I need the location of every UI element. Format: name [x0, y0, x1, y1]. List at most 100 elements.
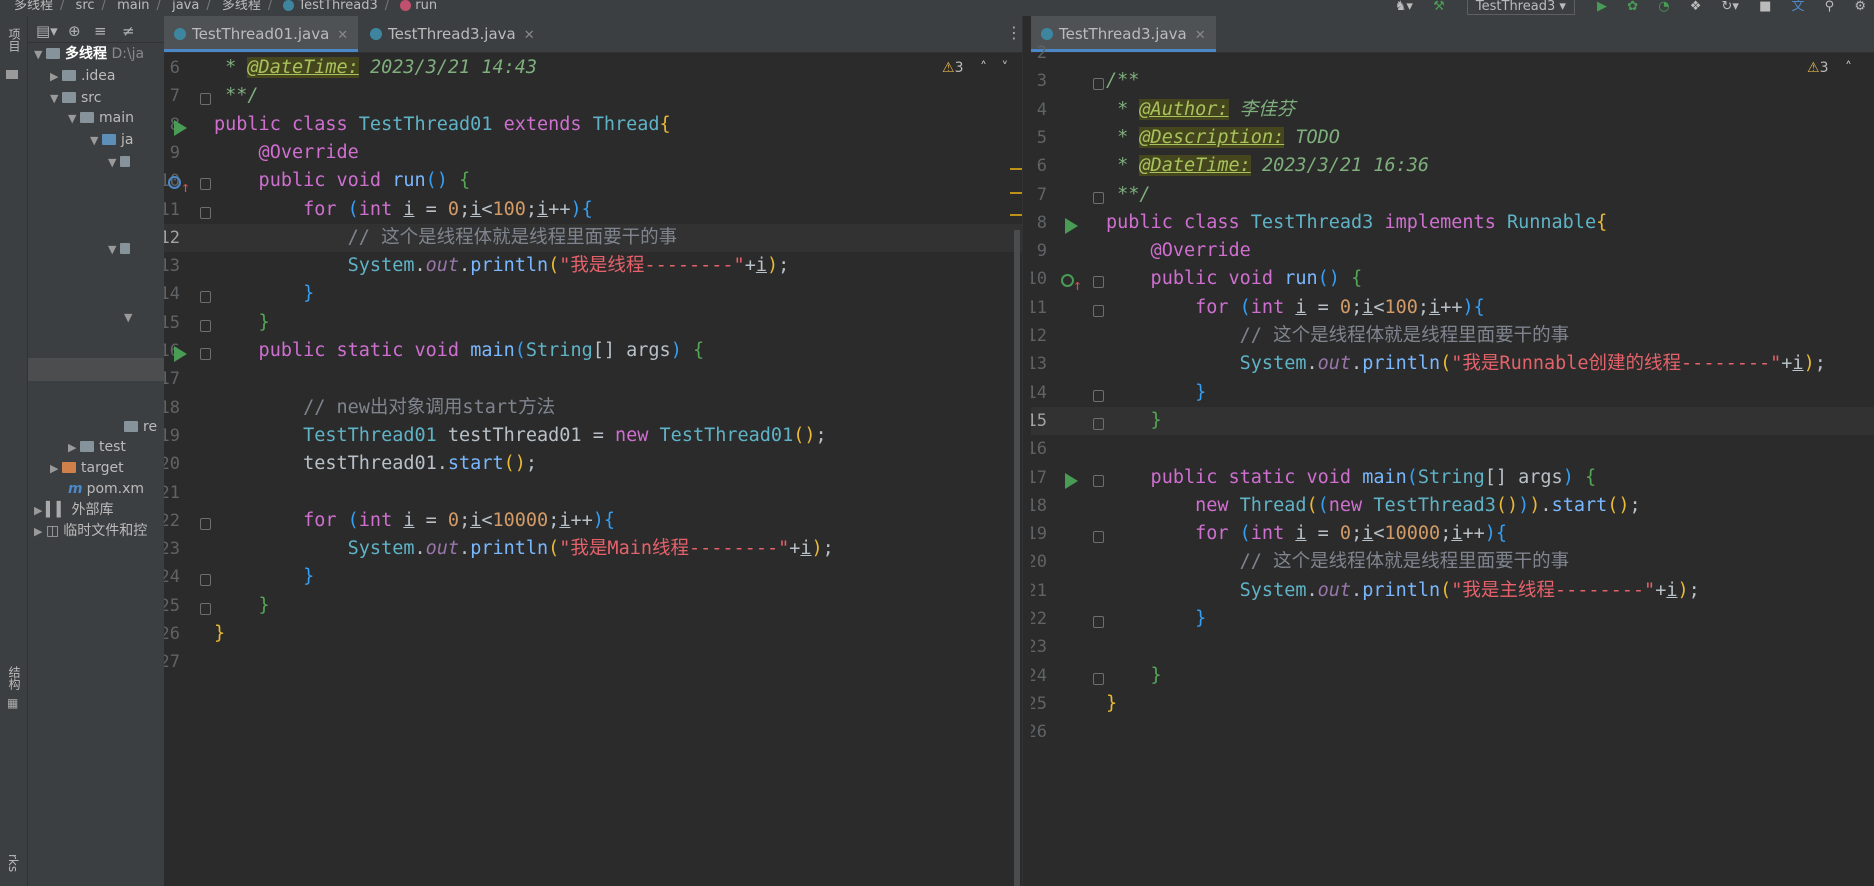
tree-item-main[interactable]: ▼ main — [68, 107, 134, 129]
line-number[interactable]: 12 — [164, 224, 180, 252]
code-line[interactable]: 25} — [1031, 690, 1874, 718]
tree-item-test[interactable]: ▶ test — [68, 436, 126, 458]
code-text[interactable]: * @Description: TODO — [1106, 124, 1340, 152]
line-number[interactable]: 19 — [164, 422, 180, 450]
line-number[interactable]: 3 — [1031, 67, 1047, 95]
tree-item-idea[interactable]: ▶ .idea — [50, 65, 115, 87]
line-number[interactable]: 23 — [1031, 633, 1047, 661]
fold-icon[interactable] — [1093, 276, 1104, 289]
close-icon[interactable]: ✕ — [524, 28, 535, 43]
code-text[interactable]: public void run() { — [1106, 265, 1363, 293]
fold-icon[interactable] — [200, 291, 211, 304]
chevron-down-icon[interactable]: ▼ — [68, 108, 80, 130]
breadcrumb-method[interactable]: run — [415, 0, 437, 13]
fold-icon[interactable] — [1093, 191, 1104, 204]
code-line[interactable]: 5 * @Description: TODO — [1031, 124, 1874, 152]
fold-icon[interactable] — [1093, 672, 1104, 685]
chevron-down-icon[interactable]: ▼ — [50, 88, 62, 110]
line-number[interactable]: 14 — [1031, 379, 1047, 407]
line-number[interactable]: 25 — [1031, 690, 1047, 718]
code-line[interactable]: 7 **/ — [1031, 181, 1874, 209]
code-line[interactable]: 15 } — [164, 309, 1022, 337]
code-text[interactable]: System.out.println("我是线程--------"+i); — [214, 252, 790, 280]
code-text[interactable]: for (int i = 0;i<100;i++){ — [1106, 294, 1485, 322]
chevron-down-icon[interactable]: ▼ — [124, 307, 136, 329]
breadcrumb-package[interactable]: 多线程 — [222, 0, 261, 13]
chevron-right-icon[interactable]: ▶ — [68, 437, 80, 459]
fold-icon[interactable] — [1093, 389, 1104, 402]
line-number[interactable]: 23 — [164, 535, 180, 563]
code-text[interactable]: // 这个是线程体就是线程里面要干的事 — [1106, 322, 1569, 350]
fold-icon[interactable] — [200, 93, 211, 106]
code-text[interactable]: } — [1106, 605, 1206, 633]
line-number[interactable]: 10 — [1031, 265, 1047, 293]
code-line[interactable]: 10 public void run() {↑ — [1031, 265, 1874, 294]
tree-item-collapsed[interactable]: ▼ — [124, 306, 136, 328]
code-text[interactable]: for (int i = 0;i<10000;i++){ — [1106, 520, 1507, 548]
code-line[interactable]: 13 System.out.println("我是线程--------"+i); — [164, 252, 1022, 280]
code-line[interactable]: 26 — [1031, 718, 1874, 746]
code-text[interactable]: // 这个是线程体就是线程里面要干的事 — [1106, 548, 1569, 576]
code-line[interactable]: 20 // 这个是线程体就是线程里面要干的事 — [1031, 548, 1874, 576]
code-line[interactable]: 11 for (int i = 0;i<100;i++){ — [164, 196, 1022, 224]
code-text[interactable]: } — [1106, 662, 1162, 690]
code-text[interactable]: /** — [1106, 67, 1139, 95]
code-line[interactable]: 24 } — [164, 563, 1022, 591]
build-icon[interactable]: ⚒ — [1433, 0, 1445, 14]
code-text[interactable]: @Override — [214, 139, 359, 167]
tree-item-external-libraries[interactable]: ▶ ▍▍ 外部库 — [34, 499, 114, 521]
line-number[interactable]: 18 — [1031, 492, 1047, 520]
left-editor[interactable]: TestThread01.java ✕ TestThread3.java ✕ ⋮ ⚠… — [164, 16, 1022, 886]
code-text[interactable]: **/ — [1106, 181, 1150, 209]
line-number[interactable]: 4 — [1031, 96, 1047, 124]
breadcrumb-main[interactable]: main — [117, 0, 149, 13]
code-text[interactable]: } — [1106, 407, 1162, 435]
breadcrumb-src[interactable]: src — [76, 0, 95, 13]
breadcrumb-java[interactable]: java — [172, 0, 199, 13]
code-text[interactable]: // new出对象调用start方法 — [214, 394, 555, 422]
code-text[interactable]: System.out.println("我是Runnable创建的线程-----… — [1106, 350, 1826, 378]
line-number[interactable]: 15 — [1031, 407, 1047, 435]
code-text[interactable]: } — [214, 563, 314, 591]
chevron-down-icon[interactable]: ▼ — [108, 239, 120, 261]
code-text[interactable]: * @DateTime: 2023/3/21 14:43 — [214, 54, 537, 82]
chevron-right-icon[interactable]: ▶ — [50, 66, 62, 88]
code-line[interactable]: 13 System.out.println("我是Runnable创建的线程--… — [1031, 350, 1874, 378]
more-run-icon[interactable]: ↻▾ — [1722, 0, 1739, 14]
line-number[interactable]: 20 — [1031, 548, 1047, 576]
collapse-icon[interactable]: ≡ — [94, 22, 107, 40]
breadcrumb-class[interactable]: TestThread3 — [298, 0, 377, 13]
line-number[interactable]: 8 — [1031, 209, 1047, 237]
user-icon[interactable]: ♞▾ — [1395, 0, 1413, 14]
tree-item-resources[interactable]: re — [124, 416, 157, 438]
line-number[interactable]: 16 — [1031, 435, 1047, 463]
coverage-icon[interactable]: ◔ — [1658, 0, 1669, 14]
code-line[interactable]: 19 TestThread01 testThread01 = new TestT… — [164, 422, 1022, 450]
line-number[interactable]: 18 — [164, 394, 180, 422]
close-icon[interactable]: ✕ — [337, 28, 348, 43]
line-number[interactable]: 22 — [1031, 605, 1047, 633]
structure-tool-tab[interactable]: 结构 — [6, 666, 23, 690]
fold-icon[interactable] — [1093, 78, 1104, 91]
options-icon[interactable]: ≠ — [122, 22, 135, 40]
tree-item-package[interactable]: ▼ — [108, 151, 135, 173]
scrollbar[interactable] — [1014, 230, 1020, 886]
line-number[interactable]: 17 — [1031, 464, 1047, 492]
code-text[interactable]: testThread01.start(); — [214, 450, 537, 478]
code-line[interactable]: 8 public class TestThread3 implements Run… — [1031, 209, 1874, 237]
line-number[interactable]: 5 — [1031, 124, 1047, 152]
code-line[interactable]: 21 System.out.println("我是主线程--------"+i)… — [1031, 577, 1874, 605]
code-text[interactable]: for (int i = 0;i<100;i++){ — [214, 196, 593, 224]
code-text[interactable]: } — [1106, 379, 1206, 407]
code-line[interactable]: 3 /** — [1031, 67, 1874, 95]
line-number[interactable]: 11 — [1031, 294, 1047, 322]
chevron-down-icon[interactable]: ▼ — [34, 44, 46, 66]
code-line[interactable]: 11 for (int i = 0;i<100;i++){ — [1031, 294, 1874, 322]
tree-item-java[interactable]: ▼ ja — [90, 129, 133, 151]
code-line[interactable]: 25 } — [164, 592, 1022, 620]
fold-icon[interactable] — [1093, 531, 1104, 544]
run-gutter-icon[interactable] — [1065, 472, 1078, 489]
line-number[interactable]: 11 — [164, 196, 180, 224]
run-gutter-icon[interactable] — [174, 119, 187, 136]
line-number[interactable]: 2 — [1031, 39, 1047, 67]
